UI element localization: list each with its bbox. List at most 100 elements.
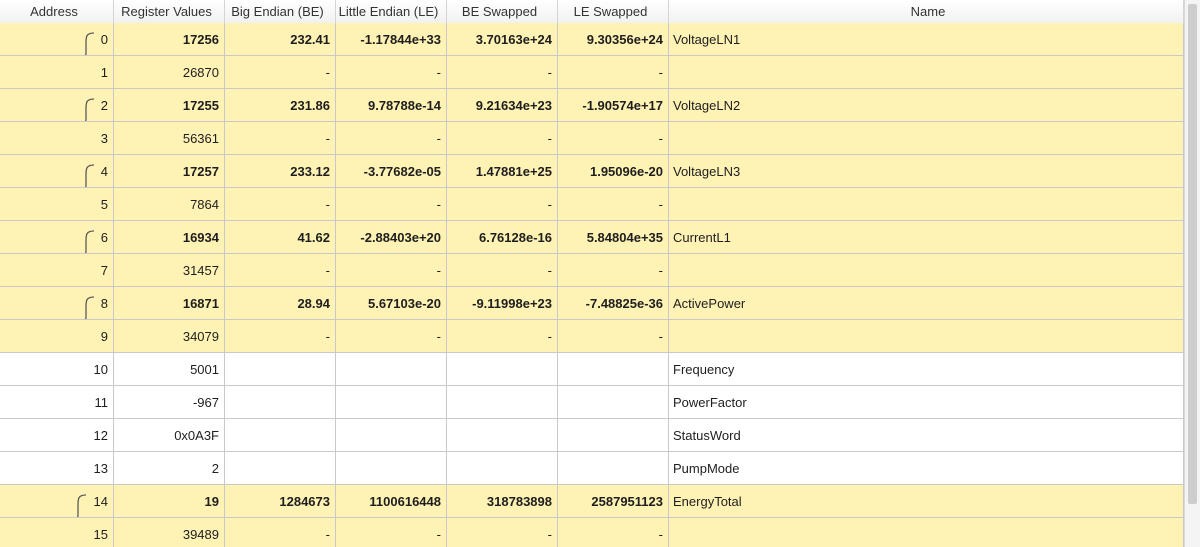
be-swapped-cell: 9.21634e+23 (447, 89, 558, 121)
address-cell: 6 (0, 221, 114, 253)
column-header-be-swapped[interactable]: BE Swapped (447, 0, 558, 23)
address-cell: 7 (0, 254, 114, 286)
big-endian-cell: - (225, 320, 336, 352)
register-value-cell[interactable]: 16871 (114, 287, 225, 319)
be-swapped-cell: 318783898 (447, 485, 558, 517)
address-cell: 2 (0, 89, 114, 121)
register-value-cell[interactable]: 31457 (114, 254, 225, 286)
name-cell[interactable]: StatusWord (669, 419, 1184, 451)
register-value-cell[interactable]: 26870 (114, 56, 225, 88)
column-header-register-values[interactable]: Register Values (114, 0, 225, 23)
little-endian-cell (336, 419, 447, 451)
little-endian-cell: 1100616448 (336, 485, 447, 517)
name-cell[interactable]: PumpMode (669, 452, 1184, 484)
column-header-little-endian[interactable]: Little Endian (LE) (336, 0, 447, 23)
big-endian-cell: - (225, 188, 336, 220)
little-endian-cell: - (336, 320, 447, 352)
column-header-big-endian[interactable]: Big Endian (BE) (225, 0, 336, 23)
name-cell[interactable]: CurrentL1 (669, 221, 1184, 253)
address-value: 6 (100, 230, 108, 245)
little-endian-cell (336, 353, 447, 385)
big-endian-cell: - (225, 254, 336, 286)
big-endian-cell: - (225, 122, 336, 154)
name-cell[interactable]: EnergyTotal (669, 485, 1184, 517)
little-endian-cell: 9.78788e-14 (336, 89, 447, 121)
little-endian-cell (336, 386, 447, 418)
table-row[interactable]: 2 17255 231.86 9.78788e-14 9.21634e+23 -… (0, 89, 1184, 122)
table-row[interactable]: 4 17257 233.12 -3.77682e-05 1.47881e+25 … (0, 155, 1184, 188)
column-header-le-swapped[interactable]: LE Swapped (558, 0, 669, 23)
register-value-cell[interactable]: 17256 (114, 23, 225, 55)
name-cell[interactable]: ActivePower (669, 287, 1184, 319)
register-value-cell[interactable]: 5001 (114, 353, 225, 385)
table-row[interactable]: 15 39489 - - - - (0, 518, 1184, 547)
register-value-cell[interactable]: 2 (114, 452, 225, 484)
little-endian-cell: -3.77682e-05 (336, 155, 447, 187)
be-swapped-cell: - (447, 122, 558, 154)
address-cell: 10 (0, 353, 114, 385)
le-swapped-cell (558, 419, 669, 451)
le-swapped-cell: - (558, 122, 669, 154)
be-swapped-cell: -9.11998e+23 (447, 287, 558, 319)
table-row[interactable]: 10 5001 Frequency (0, 353, 1184, 386)
address-value: 2 (100, 98, 108, 113)
name-cell[interactable] (669, 518, 1184, 547)
address-cell: 11 (0, 386, 114, 418)
name-cell[interactable]: VoltageLN1 (669, 23, 1184, 55)
table-row[interactable]: 13 2 PumpMode (0, 452, 1184, 485)
name-cell[interactable] (669, 56, 1184, 88)
table-row[interactable]: 11 -967 PowerFactor (0, 386, 1184, 419)
register-value-cell[interactable]: 7864 (114, 188, 225, 220)
table-row[interactable]: 8 16871 28.94 5.67103e-20 -9.11998e+23 -… (0, 287, 1184, 320)
register-value-cell[interactable]: 56361 (114, 122, 225, 154)
le-swapped-cell: - (558, 320, 669, 352)
table-row[interactable]: 5 7864 - - - - (0, 188, 1184, 221)
be-swapped-cell (447, 353, 558, 385)
table-row[interactable]: 12 0x0A3F StatusWord (0, 419, 1184, 452)
le-swapped-cell: -7.48825e-36 (558, 287, 669, 319)
be-swapped-cell (447, 419, 558, 451)
name-cell[interactable]: Frequency (669, 353, 1184, 385)
register-value-cell[interactable]: 19 (114, 485, 225, 517)
register-value-cell[interactable]: 17257 (114, 155, 225, 187)
register-value-cell[interactable]: 17255 (114, 89, 225, 121)
register-value-cell[interactable]: 34079 (114, 320, 225, 352)
be-swapped-cell (447, 386, 558, 418)
name-cell[interactable]: VoltageLN2 (669, 89, 1184, 121)
column-header-address[interactable]: Address (0, 0, 114, 23)
little-endian-cell: - (336, 56, 447, 88)
name-cell[interactable] (669, 188, 1184, 220)
big-endian-cell (225, 452, 336, 484)
name-cell[interactable]: PowerFactor (669, 386, 1184, 418)
table-row[interactable]: 3 56361 - - - - (0, 122, 1184, 155)
column-header-name[interactable]: Name (669, 0, 1184, 23)
table-row[interactable]: 1 26870 - - - - (0, 56, 1184, 89)
register-value-cell[interactable]: 0x0A3F (114, 419, 225, 451)
big-endian-cell (225, 419, 336, 451)
table-row[interactable]: 9 34079 - - - - (0, 320, 1184, 353)
register-grid: Address Register Values Big Endian (BE) … (0, 0, 1184, 547)
table-row[interactable]: 6 16934 41.62 -2.88403e+20 6.76128e-16 5… (0, 221, 1184, 254)
table-row[interactable]: 14 19 1284673 1100616448 318783898 25879… (0, 485, 1184, 518)
register-value-cell[interactable]: -967 (114, 386, 225, 418)
address-value: 8 (100, 296, 108, 311)
name-cell[interactable]: VoltageLN3 (669, 155, 1184, 187)
table-row[interactable]: 0 17256 232.41 -1.17844e+33 3.70163e+24 … (0, 23, 1184, 56)
address-cell: 13 (0, 452, 114, 484)
be-swapped-cell: - (447, 188, 558, 220)
grid-header: Address Register Values Big Endian (BE) … (0, 0, 1184, 24)
vertical-scrollbar[interactable] (1184, 0, 1200, 547)
table-row[interactable]: 7 31457 - - - - (0, 254, 1184, 287)
le-swapped-cell (558, 452, 669, 484)
register-value-cell[interactable]: 39489 (114, 518, 225, 547)
little-endian-cell: - (336, 518, 447, 547)
scrollbar-thumb[interactable] (1188, 4, 1197, 504)
register-value-cell[interactable]: 16934 (114, 221, 225, 253)
name-cell[interactable] (669, 254, 1184, 286)
name-cell[interactable] (669, 122, 1184, 154)
little-endian-cell (336, 452, 447, 484)
curly-brace-icon (84, 296, 95, 319)
name-cell[interactable] (669, 320, 1184, 352)
le-swapped-cell: - (558, 518, 669, 547)
be-swapped-cell: - (447, 320, 558, 352)
